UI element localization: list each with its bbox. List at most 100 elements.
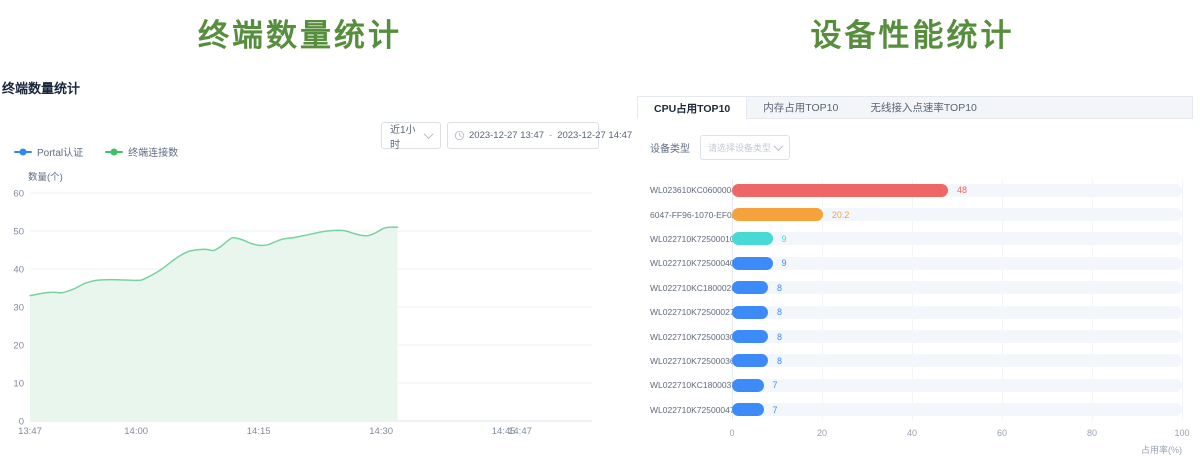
chart-legend: Portal认证 终端连接数 xyxy=(14,144,178,159)
bar-track: 9 xyxy=(732,232,1182,245)
x-axis-tick: 0 xyxy=(729,428,734,438)
bar-row: 6047-FF96-1070-EF0A 20.2 xyxy=(650,202,1182,226)
svg-text:14:00: 14:00 xyxy=(124,426,148,437)
x-axis-tick: 20 xyxy=(817,428,827,438)
device-label: WL023610KC06000043 xyxy=(650,185,726,195)
svg-text:14:15: 14:15 xyxy=(247,426,271,437)
device-type-select[interactable]: 请选择设备类型 xyxy=(700,135,790,160)
svg-text:10: 10 xyxy=(13,379,24,390)
device-label: 6047-FF96-1070-EF0A xyxy=(650,210,726,220)
bar-row: WL022710KC18000372 7 xyxy=(650,373,1182,397)
bar-track: 9 xyxy=(732,257,1182,270)
cpu-usage-bar xyxy=(732,379,764,392)
bar-track: 48 xyxy=(732,184,1182,197)
device-type-label: 设备类型 xyxy=(650,140,690,155)
svg-text:40: 40 xyxy=(13,265,24,276)
chevron-down-icon xyxy=(774,141,784,151)
right-section-title: 设备性能统计 xyxy=(640,10,1185,55)
bar-row: WL022710K7250003698 xyxy=(650,349,1182,373)
left-section-title: 终端数量统计 xyxy=(0,10,600,55)
bar-track: 8 xyxy=(732,330,1182,343)
bar-value-label: 8 xyxy=(777,283,782,293)
bar-value-label: 8 xyxy=(777,332,782,342)
device-label: WL022710K725000272 xyxy=(650,307,726,317)
bar-value-label: 48 xyxy=(957,185,967,195)
bar-value-label: 8 xyxy=(777,307,782,317)
bar-track: 8 xyxy=(732,281,1182,294)
bar-track: 8 xyxy=(732,306,1182,319)
terminal-count-panel: 终端数量统计 近1小时 2023-12-27 13:47 - 2023-12-2… xyxy=(0,70,622,456)
bar-row: WL022710K725000272 8 xyxy=(650,300,1182,324)
device-type-placeholder: 请选择设备类型 xyxy=(708,141,771,154)
svg-text:30: 30 xyxy=(13,303,24,314)
tab-CPU占用TOP10[interactable]: CPU占用TOP10 xyxy=(637,96,747,119)
filter-row: 设备类型 请选择设备类型 xyxy=(650,135,1193,160)
svg-text:14:30: 14:30 xyxy=(369,426,393,437)
bar-track: 7 xyxy=(732,403,1182,416)
bar-value-label: 20.2 xyxy=(832,210,850,220)
cpu-usage-bar xyxy=(732,403,764,416)
cpu-usage-bar xyxy=(732,208,823,221)
bar-row: WL022710K725000307 8 xyxy=(650,324,1182,348)
bar-value-label: 9 xyxy=(782,258,787,268)
svg-text:50: 50 xyxy=(13,227,24,238)
bar-value-label: 8 xyxy=(777,356,782,366)
cpu-usage-bar xyxy=(732,184,948,197)
legend-label: 终端连接数 xyxy=(128,144,178,159)
legend-item[interactable]: 终端连接数 xyxy=(105,144,178,159)
device-label: WL022710K725000307 xyxy=(650,332,726,342)
date-separator: - xyxy=(549,130,552,141)
cpu-usage-bar xyxy=(732,232,773,245)
time-range-value: 近1小时 xyxy=(390,121,425,151)
device-label: WL022710K725000409 xyxy=(650,258,726,268)
x-axis: 020406080100 xyxy=(732,428,1182,440)
bar-value-label: 7 xyxy=(773,380,778,390)
cpu-usage-bar xyxy=(732,257,773,270)
x-axis-tick: 80 xyxy=(1087,428,1097,438)
bar-row: WL022710K725000409 9 xyxy=(650,251,1182,275)
device-label: WL022710K725000470 xyxy=(650,405,726,415)
tab-内存占用TOP10[interactable]: 内存占用TOP10 xyxy=(747,97,854,118)
bar-rows: WL023610KC06000043 48 6047-FF96-1070-EF0A 2… xyxy=(650,178,1182,422)
legend-marker-icon xyxy=(14,151,32,153)
cpu-usage-bar xyxy=(732,306,768,319)
tab-bar: CPU占用TOP10内存占用TOP10无线接入点速率TOP10 xyxy=(637,96,1193,119)
date-range-picker[interactable]: 2023-12-27 13:47 - 2023-12-27 14:47 xyxy=(447,122,599,149)
bar-row: WL023610KC06000043 48 xyxy=(650,178,1182,202)
clock-icon xyxy=(454,130,465,141)
bar-track: 7 xyxy=(732,379,1182,392)
cpu-top10-chart: WL023610KC06000043 48 6047-FF96-1070-EF0A 2… xyxy=(650,178,1182,456)
time-range-select[interactable]: 近1小时 xyxy=(381,122,441,149)
x-axis-tick: 100 xyxy=(1174,428,1189,438)
device-performance-panel: CPU占用TOP10内存占用TOP10无线接入点速率TOP10 设备类型 请选择… xyxy=(637,96,1193,456)
chevron-down-icon xyxy=(424,129,434,139)
svg-text:13:47: 13:47 xyxy=(18,426,42,437)
tab-无线接入点速率TOP10[interactable]: 无线接入点速率TOP10 xyxy=(854,97,993,118)
panel-title: 终端数量统计 xyxy=(2,78,80,97)
svg-text:20: 20 xyxy=(13,341,24,352)
cpu-usage-bar xyxy=(732,330,768,343)
terminal-count-chart: 0102030405060数量(个)13:4714:0014:1514:3014… xyxy=(0,168,600,444)
bar-row: WL022710K725000470 7 xyxy=(650,398,1182,422)
bar-value-label: 9 xyxy=(782,234,787,244)
cpu-usage-bar xyxy=(732,354,768,367)
bar-row: WL022710KC180002808 xyxy=(650,276,1182,300)
svg-text:数量(个): 数量(个) xyxy=(28,171,63,183)
end-date: 2023-12-27 14:47 xyxy=(557,130,632,141)
device-label: WL022710K725000102 xyxy=(650,234,726,244)
legend-label: Portal认证 xyxy=(37,144,83,159)
bar-row: WL022710K725000102 9 xyxy=(650,227,1182,251)
legend-item[interactable]: Portal认证 xyxy=(14,144,83,159)
svg-text:14:47: 14:47 xyxy=(508,426,532,437)
x-axis-tick: 60 xyxy=(997,428,1007,438)
dashboard: 终端数量统计 设备性能统计 终端数量统计 近1小时 2023-12-27 13:… xyxy=(0,0,1200,456)
bar-value-label: 7 xyxy=(773,405,778,415)
bar-track: 20.2 xyxy=(732,208,1182,221)
svg-text:60: 60 xyxy=(13,189,24,200)
cpu-usage-bar xyxy=(732,281,768,294)
legend-marker-icon xyxy=(105,151,123,153)
device-label: WL022710KC18000372 xyxy=(650,380,726,390)
x-axis-tick: 40 xyxy=(907,428,917,438)
start-date: 2023-12-27 13:47 xyxy=(469,130,544,141)
bar-track: 8 xyxy=(732,354,1182,367)
